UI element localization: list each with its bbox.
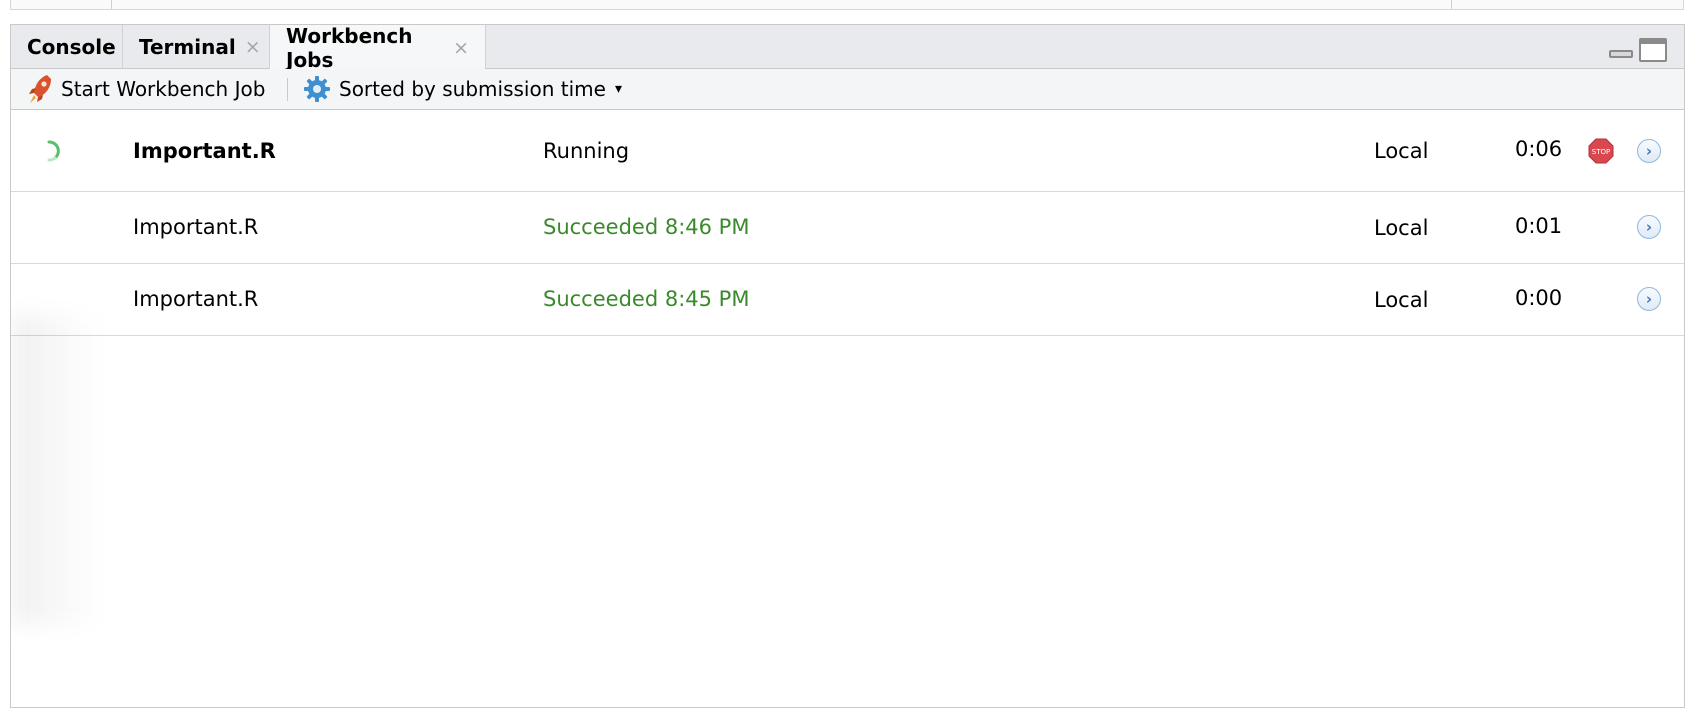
job-location: Local	[1374, 139, 1429, 163]
job-details-button[interactable]: ›	[1637, 287, 1661, 311]
job-name: Important.R	[133, 287, 259, 311]
minimize-pane-button[interactable]	[1609, 50, 1633, 58]
job-details-button[interactable]: ›	[1637, 139, 1661, 163]
job-elapsed-time: 0:00	[1515, 286, 1563, 310]
job-elapsed-time: 0:06	[1515, 137, 1563, 161]
job-status: Succeeded 8:46 PM	[543, 215, 750, 239]
job-status: Running	[543, 139, 630, 163]
rocket-icon	[27, 73, 53, 105]
gear-icon	[303, 75, 331, 103]
tab-label: Workbench Jobs	[286, 24, 413, 72]
chevron-right-icon: ›	[1645, 290, 1653, 308]
toolbar-separator	[287, 78, 288, 101]
job-name: Important.R	[133, 139, 276, 163]
top-pane-edge	[10, 0, 1684, 10]
job-row[interactable]: Important.R Running Local 0:06 STOP ›	[11, 110, 1684, 192]
job-location: Local	[1374, 216, 1429, 240]
job-row[interactable]: Important.R Succeeded 8:45 PM Local 0:00…	[11, 264, 1684, 336]
tab-console[interactable]: Console	[11, 25, 123, 69]
spinner-icon	[38, 140, 60, 162]
start-workbench-job-button[interactable]: Start Workbench Job	[27, 69, 265, 109]
jobs-toolbar: Start Workbench Job Sorted by submission…	[11, 69, 1684, 110]
job-elapsed-time: 0:01	[1515, 214, 1563, 238]
tab-terminal[interactable]: Terminal ×	[123, 25, 270, 69]
jobs-pane: Console Terminal × Workbench Jobs × Star…	[10, 24, 1685, 708]
sort-label: Sorted by submission time	[339, 77, 606, 101]
stop-label: STOP	[1592, 148, 1610, 156]
tab-label: Terminal	[139, 35, 236, 59]
maximize-pane-button[interactable]	[1639, 38, 1667, 62]
chevron-down-icon: ▾	[614, 81, 622, 97]
job-row[interactable]: Important.R Succeeded 8:46 PM Local 0:01…	[11, 192, 1684, 264]
job-status: Succeeded 8:45 PM	[543, 287, 750, 311]
start-job-label: Start Workbench Job	[61, 77, 266, 101]
sort-menu-button[interactable]: Sorted by submission time ▾	[303, 69, 622, 109]
chevron-right-icon: ›	[1645, 142, 1653, 160]
top-pane-divider	[111, 0, 112, 9]
job-details-button[interactable]: ›	[1637, 215, 1661, 239]
close-icon[interactable]: ×	[245, 36, 261, 58]
top-pane-divider	[1451, 0, 1452, 9]
pane-shadow	[11, 315, 101, 625]
stop-job-button[interactable]: STOP	[1588, 138, 1614, 164]
tab-label: Console	[27, 35, 116, 59]
chevron-right-icon: ›	[1645, 218, 1653, 236]
job-location: Local	[1374, 288, 1429, 312]
job-name: Important.R	[133, 215, 259, 239]
tab-bar: Console Terminal × Workbench Jobs ×	[11, 24, 1684, 72]
close-icon[interactable]: ×	[453, 37, 469, 59]
tab-workbench-jobs[interactable]: Workbench Jobs ×	[269, 24, 486, 72]
